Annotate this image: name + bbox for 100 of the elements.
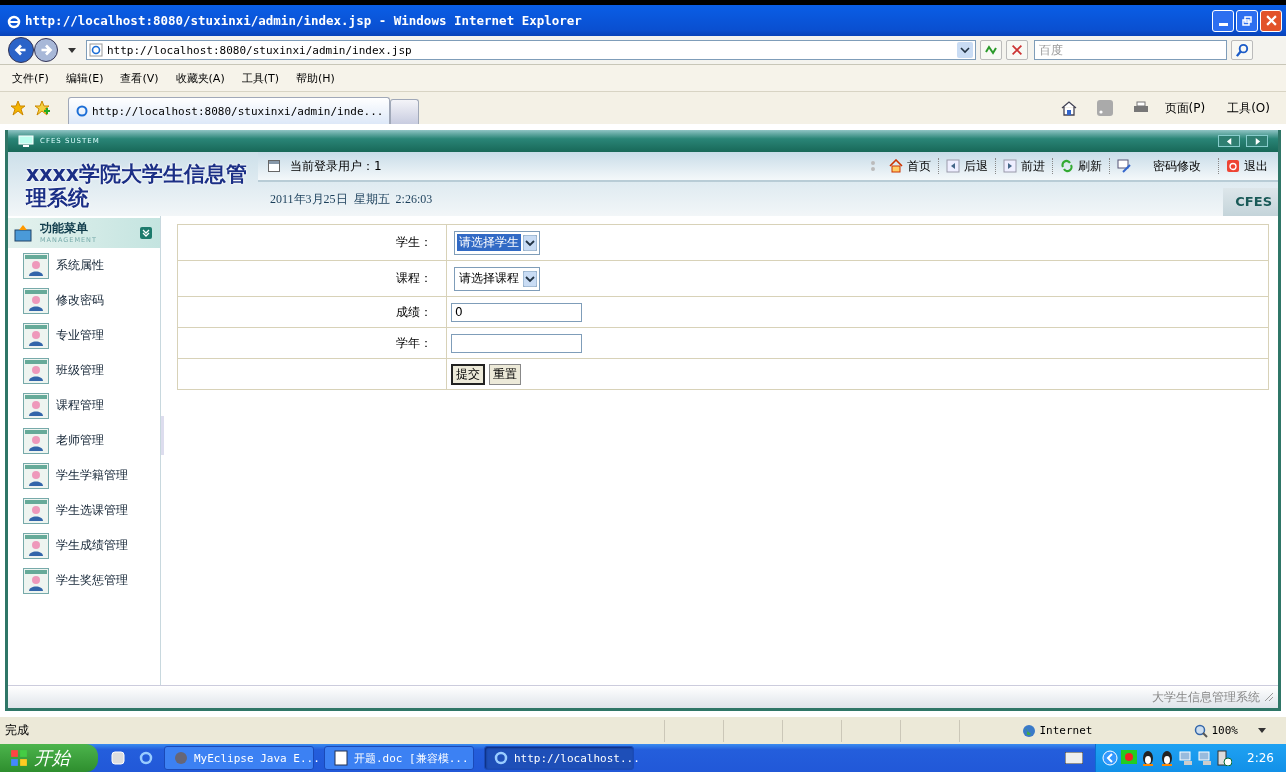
browser-icon[interactable]: [138, 750, 154, 766]
sidebar-item[interactable]: 学生选课管理: [56, 502, 128, 519]
command-menu[interactable]: 页面(P): [1164, 99, 1206, 117]
sidebar-item[interactable]: 修改密码: [56, 292, 104, 309]
power-icon[interactable]: [1226, 159, 1240, 173]
refresh-button[interactable]: [980, 40, 1002, 60]
menu-item[interactable]: 编辑(E): [65, 70, 104, 86]
user-card-icon[interactable]: [23, 252, 49, 279]
refresh-icon[interactable]: [1060, 159, 1074, 173]
menu-item[interactable]: 工具(T): [241, 70, 279, 86]
field-label: 学年：: [396, 334, 432, 352]
dropdown-caret-icon[interactable]: [957, 42, 973, 58]
search-button[interactable]: [1231, 40, 1253, 60]
menu-item[interactable]: 帮助(H): [296, 70, 335, 86]
dropdown-arrow-icon: [523, 234, 537, 251]
sidebar-item[interactable]: 系统属性: [56, 257, 104, 274]
nav-link[interactable]: 后退: [964, 157, 988, 175]
command-menu[interactable]: 工具(O): [1227, 99, 1270, 117]
dropdown-arrow-icon: [523, 270, 537, 287]
scroll-right-button[interactable]: [1246, 135, 1268, 147]
sphere-icon: [173, 750, 189, 766]
sidebar-item[interactable]: 学生学籍管理: [56, 467, 128, 484]
user-card-icon[interactable]: [23, 497, 49, 524]
dropdown-caret-icon[interactable]: [1258, 728, 1266, 733]
user-card-icon[interactable]: [23, 462, 49, 489]
select-field[interactable]: 请选择学生: [454, 230, 540, 255]
cfes-badge: CFES: [1223, 188, 1278, 216]
left-triangle-icon: [1225, 137, 1233, 145]
zoom-icon[interactable]: [1193, 723, 1208, 738]
sidebar-item[interactable]: 课程管理: [56, 397, 104, 414]
sidebar-item[interactable]: 学生奖惩管理: [56, 572, 128, 589]
flag-icon: [10, 749, 28, 767]
minimize-icon: [1218, 23, 1228, 26]
form-button[interactable]: 重置: [489, 363, 521, 385]
page-icon: [89, 43, 103, 57]
search-field[interactable]: 百度: [1034, 40, 1227, 60]
pencil-note-icon[interactable]: [1117, 159, 1131, 173]
field-label: 成绩：: [396, 303, 432, 321]
globe-icon: [1021, 723, 1036, 738]
input-field[interactable]: [451, 333, 582, 353]
nav-link[interactable]: 退出: [1244, 157, 1268, 175]
window-title: http://localhost:8080/stuxinxi/admin/index.jsp - Windows Internet Explorer: [25, 13, 582, 28]
resize-grip-icon[interactable]: [1264, 692, 1274, 702]
expand-tray-icon[interactable]: [1102, 750, 1119, 766]
add-favorite-icon[interactable]: [34, 100, 50, 116]
sidebar-item[interactable]: 班级管理: [56, 362, 104, 379]
form-button[interactable]: 提交: [451, 363, 485, 385]
splitter-handle[interactable]: [161, 416, 164, 455]
keyboard-icon[interactable]: [1065, 752, 1084, 764]
user-card-icon[interactable]: [23, 287, 49, 314]
user-card-icon[interactable]: [23, 392, 49, 419]
quick-launch-icon[interactable]: [110, 750, 126, 766]
user-card-icon[interactable]: [23, 322, 49, 349]
collapse-icon[interactable]: [140, 227, 152, 239]
select-field[interactable]: 请选择课程: [454, 266, 540, 291]
browser-icon: [75, 104, 89, 118]
clock: 2:26: [1247, 751, 1274, 765]
user-card-icon[interactable]: [23, 532, 49, 559]
back-button[interactable]: [8, 37, 34, 63]
menu-item[interactable]: 查看(V): [120, 70, 159, 86]
scroll-left-button[interactable]: [1218, 135, 1240, 147]
home-icon[interactable]: [1060, 100, 1077, 116]
search-icon: [1234, 42, 1250, 58]
dropdown-caret-icon[interactable]: [68, 47, 76, 53]
user-card-icon[interactable]: [23, 567, 49, 594]
back-icon[interactable]: [946, 159, 960, 173]
nav-link[interactable]: 首页: [907, 157, 931, 175]
current-user-label: 当前登录用户：1: [290, 157, 382, 175]
close-icon: [1265, 15, 1277, 26]
input-field[interactable]: 0: [451, 302, 582, 322]
nav-link[interactable]: 前进: [1021, 157, 1045, 175]
restore-button[interactable]: [1236, 9, 1258, 32]
zoom-level[interactable]: 100%: [1211, 724, 1238, 737]
sidebar-item[interactable]: 学生成绩管理: [56, 537, 128, 554]
user-card-icon[interactable]: [23, 427, 49, 454]
nav-link[interactable]: 刷新: [1078, 157, 1102, 175]
home-icon[interactable]: [889, 159, 903, 173]
server-icon[interactable]: [1216, 750, 1233, 766]
star-icon[interactable]: [10, 100, 26, 116]
window-icon: [268, 160, 280, 172]
minimize-button[interactable]: [1212, 9, 1234, 32]
address-field[interactable]: http://localhost:8080/stuxinxi/admin/index.jsp: [86, 40, 976, 60]
app-title: xxxx学院大学生信息管理系统: [24, 161, 248, 212]
menu-item[interactable]: 文件(F): [12, 70, 49, 86]
restore-icon: [1242, 15, 1252, 26]
sidebar-item[interactable]: 专业管理: [56, 327, 104, 344]
field-label: 学生：: [396, 234, 432, 251]
forward-button[interactable]: [34, 38, 58, 62]
forward-icon[interactable]: [1003, 159, 1017, 173]
close-button[interactable]: [1260, 9, 1282, 32]
menu-item[interactable]: 收藏夹(A): [175, 70, 225, 86]
nav-link[interactable]: 密码修改: [1153, 157, 1201, 175]
footer-text: 大学生信息管理系统: [1152, 688, 1260, 706]
zone-label: Internet: [1039, 724, 1094, 737]
user-card-icon[interactable]: [23, 357, 49, 384]
taskbar-button[interactable]: 开题.doc [兼容模...: [324, 746, 474, 770]
stop-button[interactable]: [1006, 40, 1028, 60]
browser-tab[interactable]: http://localhost:8080/stuxinxi/admin/inde...: [68, 97, 391, 124]
sidebar-item[interactable]: 老师管理: [56, 432, 104, 449]
field-label: 课程：: [396, 270, 432, 287]
